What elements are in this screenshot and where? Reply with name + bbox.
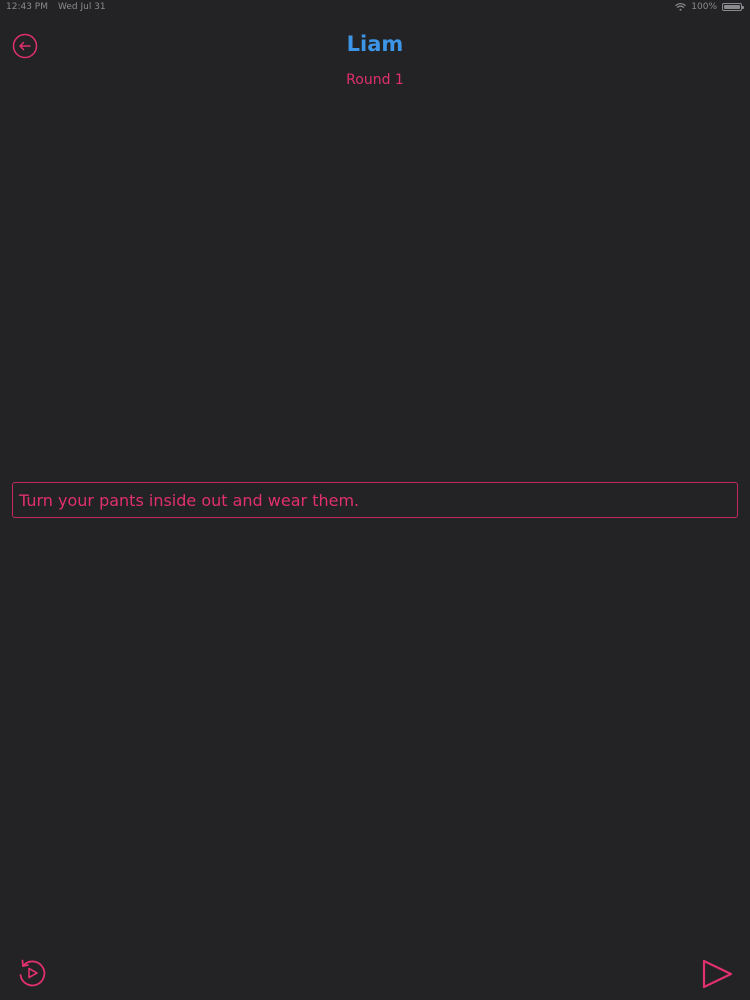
replay-icon [16,956,48,990]
player-name-title: Liam [346,32,404,56]
status-right: 100% [675,2,744,12]
dare-text: Turn your pants inside out and wear them… [19,490,360,510]
play-icon [700,957,734,991]
round-label: Round 1 [346,72,404,88]
status-bar: 12:43 PM Wed Jul 31 100% [0,0,750,16]
wifi-icon [675,3,687,11]
dare-card: Turn your pants inside out and wear them… [12,482,738,518]
status-time: 12:43 PM [6,2,48,12]
battery-icon [722,3,744,11]
play-button[interactable] [700,957,734,991]
status-date: Wed Jul 31 [58,2,106,12]
replay-button[interactable] [16,956,48,990]
status-left: 12:43 PM Wed Jul 31 [6,2,106,12]
battery-percent: 100% [691,2,717,12]
